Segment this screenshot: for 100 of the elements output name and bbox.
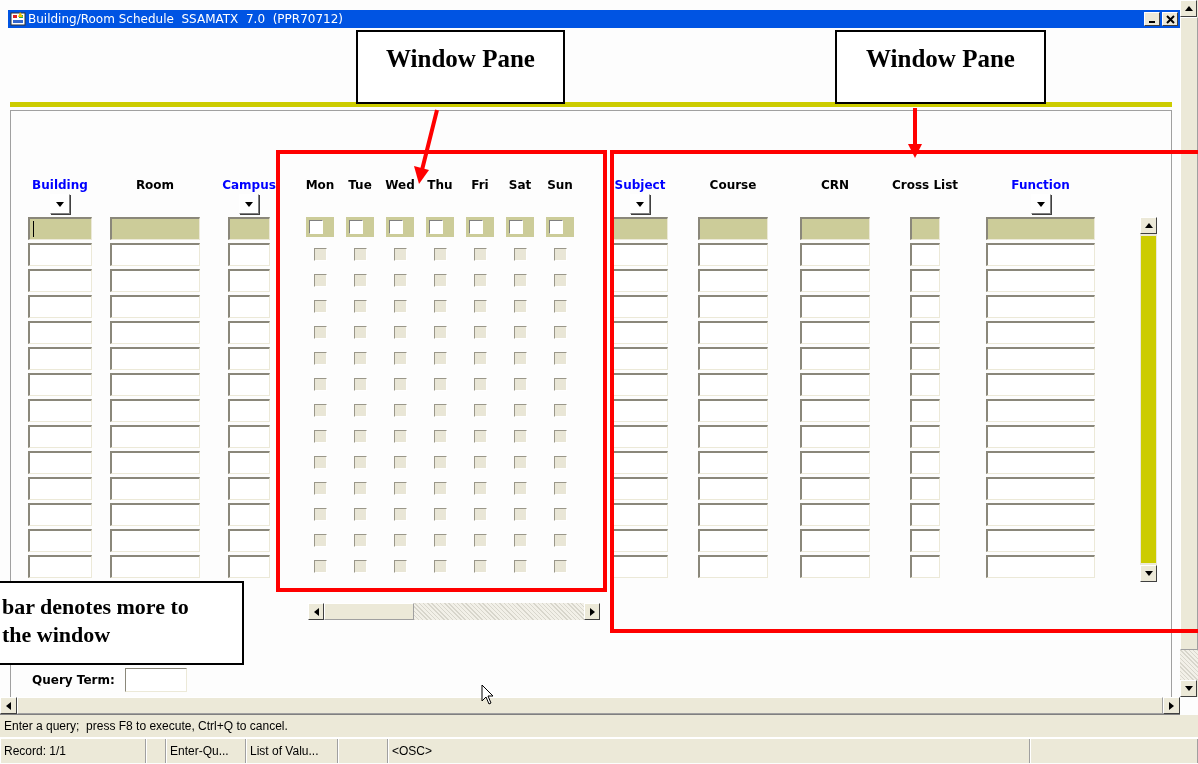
checkbox[interactable]: [473, 534, 487, 547]
checkbox[interactable]: [553, 274, 567, 287]
checkbox[interactable]: [313, 560, 327, 573]
input-field[interactable]: [110, 451, 200, 474]
checkbox[interactable]: [553, 456, 567, 469]
checkbox[interactable]: [433, 560, 447, 573]
input-field[interactable]: [986, 477, 1095, 500]
input-field[interactable]: [28, 373, 92, 396]
input-field[interactable]: [698, 321, 768, 344]
checkbox[interactable]: [313, 482, 327, 495]
checkbox[interactable]: [393, 404, 407, 417]
checkbox[interactable]: [553, 326, 567, 339]
checkbox[interactable]: [513, 560, 527, 573]
input-field[interactable]: [612, 373, 668, 396]
input-field[interactable]: [110, 477, 200, 500]
scroll-arrow-button[interactable]: [308, 603, 324, 620]
input-field[interactable]: [228, 269, 270, 292]
checkbox[interactable]: [433, 352, 447, 365]
input-field[interactable]: [110, 295, 200, 318]
vertical-scrollbar[interactable]: [1140, 217, 1157, 582]
input-field[interactable]: [800, 425, 870, 448]
checkbox[interactable]: [553, 352, 567, 365]
input-field[interactable]: [612, 243, 668, 266]
input-field[interactable]: [110, 425, 200, 448]
checkbox[interactable]: [313, 534, 327, 547]
checkbox[interactable]: [393, 430, 407, 443]
checkbox[interactable]: [513, 508, 527, 521]
checkbox[interactable]: [473, 326, 487, 339]
input-field[interactable]: [28, 529, 92, 552]
checkbox[interactable]: [393, 248, 407, 261]
scroll-thumb[interactable]: [1141, 236, 1156, 563]
input-field[interactable]: [612, 399, 668, 422]
input-field[interactable]: [612, 295, 668, 318]
input-field[interactable]: [800, 373, 870, 396]
input-field[interactable]: [110, 347, 200, 370]
input-field[interactable]: [910, 243, 940, 266]
checkbox[interactable]: [393, 300, 407, 313]
input-field[interactable]: [910, 373, 940, 396]
input-field[interactable]: [110, 503, 200, 526]
checkbox[interactable]: [393, 560, 407, 573]
checkbox[interactable]: [433, 404, 447, 417]
input-field[interactable]: [800, 347, 870, 370]
input-field[interactable]: [228, 373, 270, 396]
checkbox[interactable]: [433, 378, 447, 391]
checkbox[interactable]: [513, 534, 527, 547]
checkbox[interactable]: [353, 560, 367, 573]
input-field[interactable]: [228, 347, 270, 370]
input-field[interactable]: [612, 477, 668, 500]
input-field[interactable]: [986, 451, 1095, 474]
input-field[interactable]: [110, 373, 200, 396]
input-field[interactable]: [910, 217, 940, 240]
checkbox[interactable]: [313, 352, 327, 365]
checkbox[interactable]: [433, 456, 447, 469]
input-field[interactable]: [612, 503, 668, 526]
checkbox[interactable]: [473, 456, 487, 469]
input-field[interactable]: [28, 555, 92, 578]
checkbox[interactable]: [473, 404, 487, 417]
input-field[interactable]: [698, 503, 768, 526]
input-field[interactable]: [986, 373, 1095, 396]
checkbox[interactable]: [313, 378, 327, 391]
checkbox[interactable]: [353, 300, 367, 313]
checkbox[interactable]: [513, 352, 527, 365]
input-field[interactable]: [110, 529, 200, 552]
input-field[interactable]: [28, 243, 92, 266]
input-field[interactable]: [986, 529, 1095, 552]
checkbox[interactable]: [313, 274, 327, 287]
input-field[interactable]: [910, 477, 940, 500]
checkbox[interactable]: [313, 326, 327, 339]
checkbox[interactable]: [393, 534, 407, 547]
input-field[interactable]: [698, 269, 768, 292]
checkbox[interactable]: [473, 352, 487, 365]
input-field[interactable]: [228, 425, 270, 448]
input-field[interactable]: [612, 347, 668, 370]
checkbox[interactable]: [346, 217, 374, 237]
input-field[interactable]: [698, 555, 768, 578]
checkbox[interactable]: [353, 404, 367, 417]
input-field[interactable]: [698, 217, 768, 240]
input-field[interactable]: [28, 321, 92, 344]
scroll-arrow-button[interactable]: [1180, 680, 1197, 697]
input-field[interactable]: [228, 503, 270, 526]
input-field[interactable]: [910, 451, 940, 474]
scroll-arrow-button[interactable]: [1163, 697, 1180, 714]
checkbox[interactable]: [553, 248, 567, 261]
input-field[interactable]: [612, 451, 668, 474]
input-field[interactable]: [910, 321, 940, 344]
input-field[interactable]: [986, 321, 1095, 344]
checkbox[interactable]: [313, 404, 327, 417]
input-field[interactable]: [28, 217, 92, 240]
input-field[interactable]: [228, 451, 270, 474]
input-field[interactable]: [910, 269, 940, 292]
input-field[interactable]: [800, 555, 870, 578]
checkbox[interactable]: [353, 378, 367, 391]
input-field[interactable]: [228, 295, 270, 318]
input-field[interactable]: [800, 399, 870, 422]
scroll-arrow-button[interactable]: [584, 603, 600, 620]
input-field[interactable]: [698, 243, 768, 266]
input-field[interactable]: [124, 668, 187, 692]
input-field[interactable]: [612, 529, 668, 552]
input-field[interactable]: [986, 269, 1095, 292]
checkbox[interactable]: [426, 217, 454, 237]
